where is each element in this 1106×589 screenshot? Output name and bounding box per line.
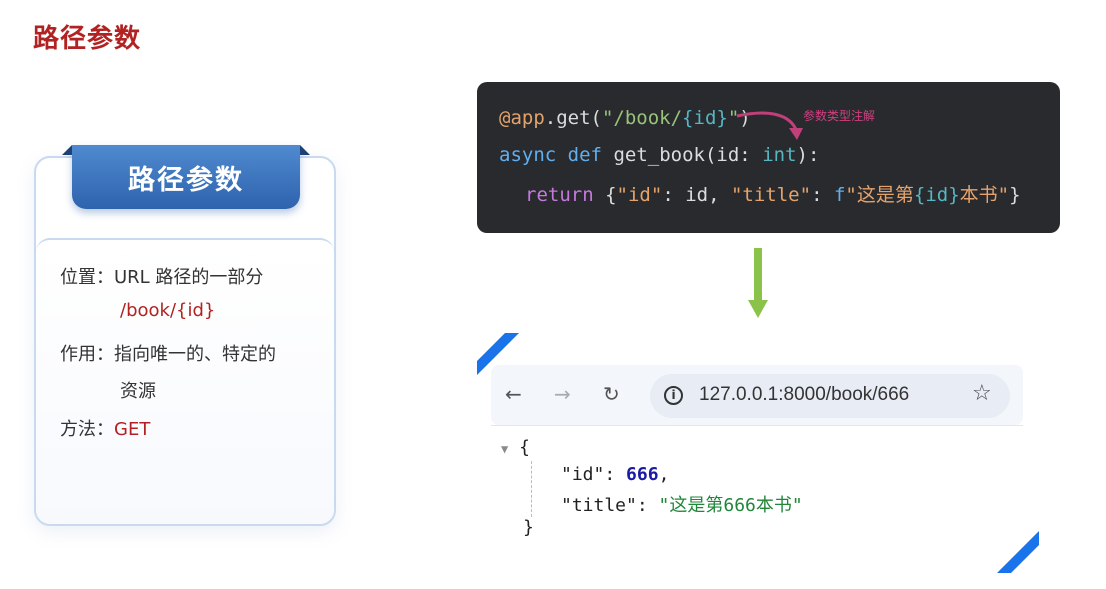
tab-fold-left bbox=[62, 145, 72, 155]
code-sep-1: : bbox=[662, 184, 686, 206]
indent-guide bbox=[531, 461, 532, 517]
back-icon[interactable]: ← bbox=[505, 382, 522, 406]
code-def: def bbox=[567, 144, 602, 166]
purpose-value: 指向唯一的、特定的 bbox=[114, 344, 276, 365]
position-example-row: /book/{id} bbox=[120, 300, 215, 321]
type-annotation-label: 参数类型注解 bbox=[803, 109, 876, 123]
purpose-row: 作用：指向唯一的、特定的 bbox=[60, 340, 276, 366]
code-comma: , bbox=[708, 184, 731, 206]
code-line-3: return {"id": id, "title": f"这是第{id}本书"} bbox=[525, 180, 1021, 207]
code-value-id: id bbox=[685, 184, 709, 206]
code-brace-open: { bbox=[682, 107, 694, 129]
position-example: /book/{id} bbox=[120, 300, 216, 321]
reload-icon[interactable]: ↻ bbox=[603, 382, 620, 406]
method-value: GET bbox=[114, 419, 151, 440]
browser-window: ← → ↻ i 127.0.0.1:8000/book/666 ☆ ▼ { "i… bbox=[477, 333, 1039, 573]
purpose-label: 作用： bbox=[60, 344, 114, 365]
code-key-id: "id" bbox=[616, 184, 663, 206]
down-arrow-icon bbox=[748, 248, 768, 318]
address-bar[interactable]: i 127.0.0.1:8000/book/666 ☆ bbox=[650, 374, 1010, 418]
json-id-key: "id" bbox=[561, 464, 605, 485]
code-dict-close: } bbox=[1009, 184, 1021, 206]
code-decorator: @app bbox=[499, 107, 545, 129]
code-dict-open: { bbox=[605, 184, 617, 206]
corner-accent-bottom-right bbox=[997, 531, 1039, 573]
code-brace-close: } bbox=[716, 107, 728, 129]
code-panel: @app.get("/book/{id}") async def get_boo… bbox=[477, 82, 1060, 233]
code-path-param: id bbox=[693, 107, 717, 129]
url-text[interactable]: 127.0.0.1:8000/book/666 bbox=[699, 384, 909, 406]
code-fstring-brace-open: { bbox=[913, 184, 926, 206]
site-info-icon[interactable]: i bbox=[664, 386, 683, 405]
code-fstring-id: id bbox=[925, 184, 949, 206]
json-close-line: } bbox=[523, 517, 534, 538]
code-path-a: "/book/ bbox=[601, 107, 683, 129]
code-get-call: .get( bbox=[544, 107, 602, 129]
toolbar-divider bbox=[491, 425, 1023, 426]
code-open-paren: ( bbox=[704, 144, 717, 166]
code-function-name: get_book bbox=[613, 144, 705, 166]
json-title-line: "title": "这是第666本书" bbox=[561, 495, 803, 516]
purpose-row-2: 资源 bbox=[120, 377, 156, 403]
position-row: 位置：URL 路径的一部分 bbox=[60, 263, 263, 289]
code-sep-2: : bbox=[811, 184, 834, 206]
method-row: 方法：GET bbox=[60, 415, 150, 441]
forward-icon[interactable]: → bbox=[554, 382, 571, 406]
position-label: 位置： bbox=[60, 267, 114, 288]
json-title-value: "这是第666本书" bbox=[658, 495, 803, 516]
page-title: 路径参数 bbox=[33, 24, 142, 54]
bookmark-star-icon[interactable]: ☆ bbox=[972, 381, 992, 406]
code-return: return bbox=[525, 184, 594, 206]
code-fstring-part-1: "这是第 bbox=[845, 184, 914, 206]
json-open-brace: { bbox=[519, 437, 530, 458]
card-header-tab: 路径参数 bbox=[72, 145, 300, 209]
code-async: async bbox=[499, 144, 557, 166]
position-value: URL 路径的一部分 bbox=[114, 267, 264, 288]
json-title-key: "title" bbox=[561, 495, 637, 516]
json-close-brace: } bbox=[523, 517, 534, 538]
purpose-value-cont: 资源 bbox=[120, 381, 156, 402]
method-label: 方法： bbox=[60, 419, 114, 440]
code-fstring-brace-close: } bbox=[948, 184, 960, 206]
json-id-line: "id": 666, bbox=[561, 464, 670, 485]
json-id-value: 666 bbox=[626, 464, 659, 485]
code-line-1: @app.get("/book/{id}") bbox=[499, 107, 751, 129]
tab-fold-right bbox=[300, 145, 310, 155]
code-fstring-part-2: 本书" bbox=[959, 184, 1010, 206]
json-open-line: ▼ { bbox=[501, 437, 530, 458]
collapse-triangle-icon[interactable]: ▼ bbox=[501, 442, 508, 456]
card-header-label: 路径参数 bbox=[128, 165, 244, 196]
code-fstring-prefix: f bbox=[833, 184, 846, 206]
code-key-title: "title" bbox=[730, 184, 812, 206]
